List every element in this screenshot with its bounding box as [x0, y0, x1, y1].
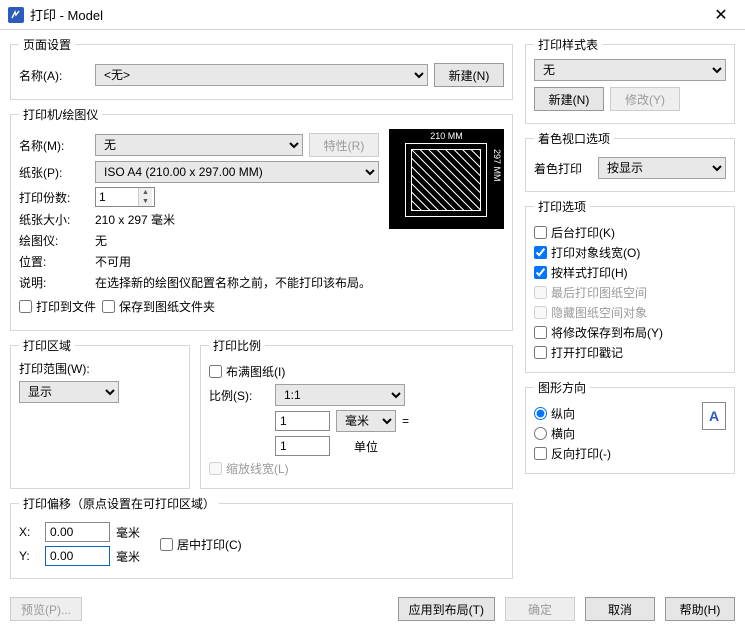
- loc-label: 位置:: [19, 253, 89, 270]
- papersize-value: 210 x 297 毫米: [95, 211, 175, 228]
- ratio-label: 比例(S):: [209, 387, 269, 404]
- papersize-label: 纸张大小:: [19, 211, 89, 228]
- ratio-select[interactable]: 1:1: [275, 384, 405, 406]
- printer-props-button: 特性(R): [309, 133, 379, 157]
- upside-down-check[interactable]: 反向打印(-): [534, 445, 702, 462]
- copies-spinner[interactable]: ▲▼: [95, 187, 155, 207]
- landscape-radio[interactable]: 横向: [534, 425, 702, 442]
- equals-label: =: [402, 414, 409, 428]
- plot-scale-legend: 打印比例: [209, 337, 265, 354]
- plot-area-legend: 打印区域: [19, 337, 75, 354]
- desc-value: 在选择新的绘图仪配置名称之前，不能打印该布局。: [95, 274, 371, 291]
- opt-stamp-check[interactable]: 打开打印戳记: [534, 344, 726, 361]
- title-bar: 打印 - Model ✕: [0, 0, 745, 30]
- preview-width-label: 210 MM: [389, 131, 504, 141]
- shade-select[interactable]: 按显示: [598, 157, 726, 179]
- x-input[interactable]: [45, 522, 110, 542]
- orientation-legend: 图形方向: [534, 379, 590, 396]
- y-label: Y:: [19, 549, 39, 563]
- paper-label: 纸张(P):: [19, 164, 89, 181]
- plot-offset-group: 打印偏移（原点设置在可打印区域） X: 毫米 Y: 毫米 居中打印(C): [10, 495, 513, 579]
- page-name-select[interactable]: <无>: [95, 64, 428, 86]
- plot-style-select[interactable]: 无: [534, 59, 726, 81]
- opt-hide-paperspace-check: 隐藏图纸空间对象: [534, 304, 726, 321]
- shade-label: 着色打印: [534, 160, 582, 177]
- dialog-footer: 预览(P)... 应用到布局(T) 确定 取消 帮助(H): [0, 591, 745, 627]
- opt-bystyle-check[interactable]: 按样式打印(H): [534, 264, 726, 281]
- apply-button[interactable]: 应用到布局(T): [398, 597, 495, 621]
- preview-button: 预览(P)...: [10, 597, 82, 621]
- x-unit: 毫米: [116, 524, 140, 541]
- loc-value: 不可用: [95, 253, 131, 270]
- preview-height-label: 297 MM: [492, 149, 502, 182]
- plot-options-legend: 打印选项: [534, 198, 590, 215]
- scale-den-input[interactable]: [275, 436, 330, 456]
- app-icon: [8, 7, 24, 23]
- page-setup-group: 页面设置 名称(A): <无> 新建(N): [10, 36, 513, 100]
- page-name-label: 名称(A):: [19, 67, 89, 84]
- y-input[interactable]: [45, 546, 110, 566]
- opt-save-layout-check[interactable]: 将修改保存到布局(Y): [534, 324, 726, 341]
- plot-style-group: 打印样式表 无 新建(N) 修改(Y): [525, 36, 735, 124]
- y-unit: 毫米: [116, 548, 140, 565]
- close-button[interactable]: ✕: [701, 1, 741, 29]
- center-plot-check[interactable]: 居中打印(C): [160, 536, 242, 553]
- shaded-viewport-group: 着色视口选项 着色打印 按显示: [525, 130, 735, 192]
- spin-down-icon[interactable]: ▼: [139, 197, 152, 206]
- copies-label: 打印份数:: [19, 189, 89, 206]
- scale-num-input[interactable]: [275, 411, 330, 431]
- plotter-value: 无: [95, 232, 107, 249]
- printer-group: 打印机/绘图仪 名称(M): 无 特性(R) 纸张(P): ISO A4 (21…: [10, 106, 513, 331]
- ok-button: 确定: [505, 597, 575, 621]
- orientation-icon: A: [702, 402, 726, 430]
- scope-label: 打印范围(W):: [19, 360, 181, 377]
- plot-offset-legend: 打印偏移（原点设置在可打印区域）: [19, 495, 219, 512]
- plot-style-legend: 打印样式表: [534, 36, 602, 53]
- plot-scale-group: 打印比例 布满图纸(I) 比例(S): 1:1 毫米 = 单位 缩放线宽: [200, 337, 513, 489]
- print-to-file-check[interactable]: 打印到文件: [19, 298, 96, 315]
- cancel-button[interactable]: 取消: [585, 597, 655, 621]
- fit-check[interactable]: 布满图纸(I): [209, 363, 504, 380]
- paper-select[interactable]: ISO A4 (210.00 x 297.00 MM): [95, 161, 379, 183]
- style-new-button[interactable]: 新建(N): [534, 87, 604, 111]
- scope-select[interactable]: 显示: [19, 381, 119, 403]
- page-new-button[interactable]: 新建(N): [434, 63, 504, 87]
- opt-lineweight-check[interactable]: 打印对象线宽(O): [534, 244, 726, 261]
- plot-area-group: 打印区域 打印范围(W): 显示: [10, 337, 190, 489]
- portrait-radio[interactable]: 纵向: [534, 405, 702, 422]
- opt-paperspace-last-check: 最后打印图纸空间: [534, 284, 726, 301]
- printer-legend: 打印机/绘图仪: [19, 106, 102, 123]
- desc-label: 说明:: [19, 274, 89, 291]
- save-to-paper-check[interactable]: 保存到图纸文件夹: [102, 298, 215, 315]
- spin-up-icon[interactable]: ▲: [139, 188, 152, 197]
- copies-input[interactable]: [96, 188, 138, 206]
- orientation-group: 图形方向 纵向 横向 反向打印(-) A: [525, 379, 735, 474]
- paper-preview: 210 MM 297 MM: [389, 129, 504, 229]
- unit-label: 单位: [354, 438, 378, 455]
- plot-options-group: 打印选项 后台打印(K) 打印对象线宽(O) 按样式打印(H) 最后打印图纸空间…: [525, 198, 735, 373]
- style-modify-button: 修改(Y): [610, 87, 680, 111]
- window-title: 打印 - Model: [30, 5, 701, 24]
- page-setup-legend: 页面设置: [19, 36, 75, 53]
- opt-background-check[interactable]: 后台打印(K): [534, 224, 726, 241]
- printer-name-label: 名称(M):: [19, 137, 89, 154]
- scale-unit-select[interactable]: 毫米: [336, 410, 396, 432]
- plotter-label: 绘图仪:: [19, 232, 89, 249]
- help-button[interactable]: 帮助(H): [665, 597, 735, 621]
- printer-name-select[interactable]: 无: [95, 134, 303, 156]
- x-label: X:: [19, 525, 39, 539]
- shaded-viewport-legend: 着色视口选项: [534, 130, 614, 147]
- scale-lineweight-check: 缩放线宽(L): [209, 460, 504, 477]
